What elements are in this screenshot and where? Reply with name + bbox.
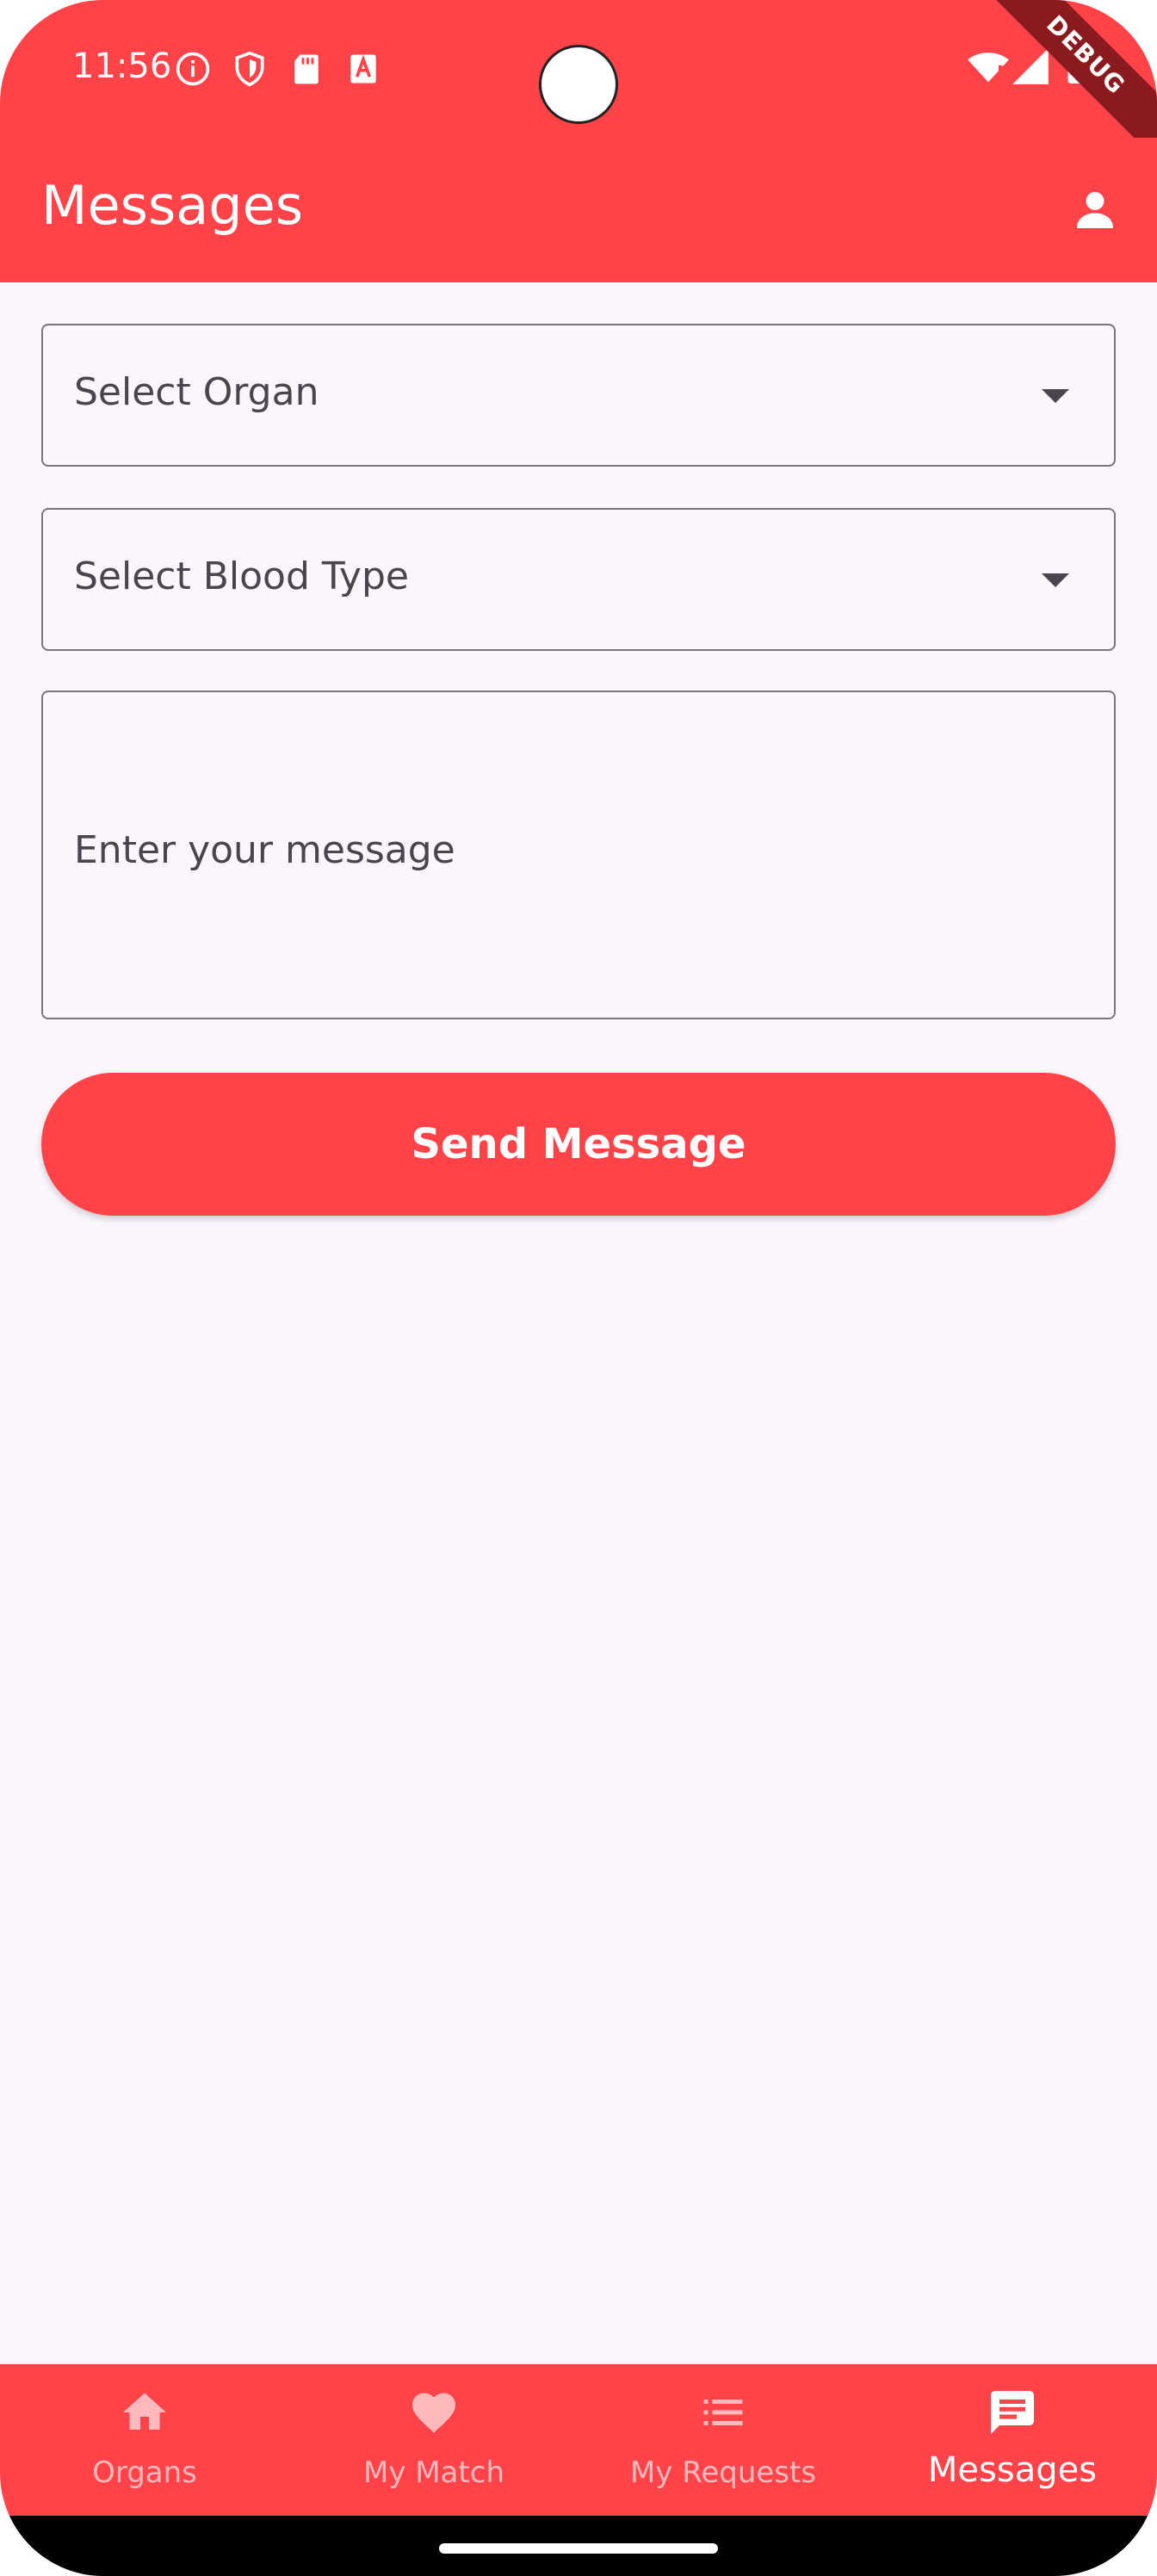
message-input-placeholder: Enter your message	[74, 828, 455, 872]
signal-icon	[1012, 48, 1049, 84]
wifi-icon	[968, 53, 1009, 83]
bottom-navigation: Organs My Match My Requests Messages	[0, 2364, 1157, 2516]
nav-item-label: Messages	[927, 2450, 1098, 2490]
sd-card-icon	[294, 54, 319, 84]
status-time: 11:56	[72, 46, 172, 86]
profile-icon[interactable]	[1071, 186, 1119, 234]
nav-item-organs[interactable]: Organs	[0, 2364, 289, 2516]
nav-item-label: My Match	[362, 2455, 504, 2490]
nav-item-label: My Requests	[629, 2455, 817, 2490]
home-gesture-handle[interactable]	[439, 2543, 718, 2554]
message-icon	[991, 2391, 1034, 2434]
organ-dropdown[interactable]: Select Organ	[41, 324, 1116, 467]
status-bar: 11:56 DEBUG	[0, 0, 1157, 161]
blood-type-dropdown[interactable]: Select Blood Type	[41, 508, 1116, 651]
nav-item-my-match[interactable]: My Match	[289, 2364, 578, 2516]
home-icon	[123, 2393, 166, 2430]
chevron-down-icon	[1042, 389, 1069, 403]
send-message-button[interactable]: Send Message	[41, 1073, 1116, 1216]
blood-type-dropdown-placeholder: Select Blood Type	[74, 554, 409, 598]
page-title: Messages	[41, 174, 304, 237]
list-icon	[703, 2400, 743, 2425]
accessibility-a-icon	[350, 54, 376, 84]
message-input[interactable]: Enter your message	[41, 690, 1116, 1019]
info-icon	[176, 52, 210, 86]
nav-item-label: Organs	[92, 2455, 197, 2490]
organ-dropdown-placeholder: Select Organ	[74, 370, 319, 414]
front-camera-cutout	[539, 45, 618, 124]
nav-item-my-requests[interactable]: My Requests	[578, 2364, 868, 2516]
app-bar: Messages	[0, 138, 1157, 282]
heart-icon	[412, 2393, 455, 2433]
chevron-down-icon	[1042, 573, 1069, 587]
system-gesture-area	[0, 2516, 1157, 2576]
phone-screen: 11:56 DEBUG Messages Select Organ Select…	[0, 0, 1157, 2576]
shield-icon	[235, 51, 264, 87]
nav-item-messages[interactable]: Messages	[868, 2364, 1157, 2516]
